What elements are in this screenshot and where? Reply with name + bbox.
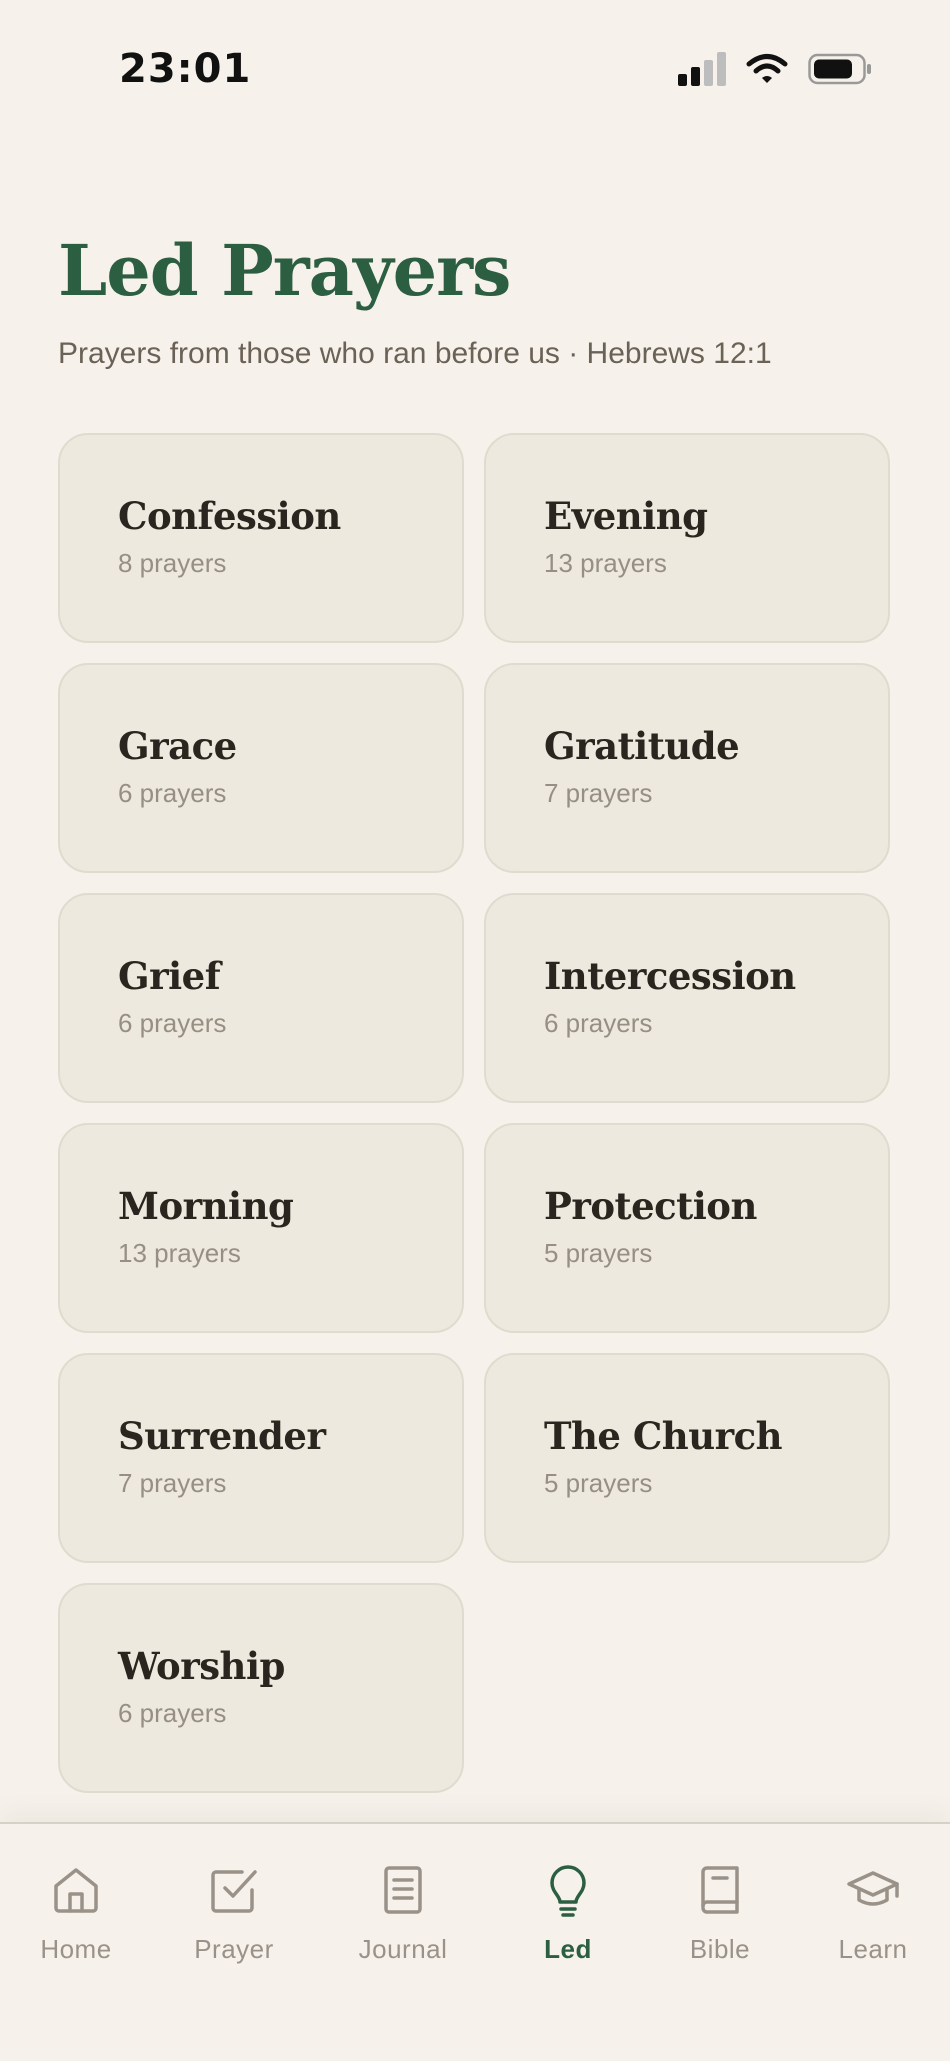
category-count: 13 prayers — [544, 547, 667, 578]
tab-prayer[interactable]: Prayer — [159, 1864, 309, 1965]
category-card-confession[interactable]: Confession 8 prayers — [58, 433, 464, 643]
category-count: 6 prayers — [118, 1697, 227, 1728]
category-title: The Church — [544, 1414, 783, 1458]
category-count: 8 prayers — [118, 547, 227, 578]
category-count: 13 prayers — [118, 1237, 241, 1268]
tab-bible[interactable]: Bible — [645, 1864, 795, 1965]
category-count: 7 prayers — [544, 777, 653, 808]
category-card-intercession[interactable]: Intercession 6 prayers — [484, 893, 890, 1103]
category-card-surrender[interactable]: Surrender 7 prayers — [58, 1353, 464, 1563]
category-card-protection[interactable]: Protection 5 prayers — [484, 1123, 890, 1333]
category-card-evening[interactable]: Evening 13 prayers — [484, 433, 890, 643]
book-icon — [645, 1864, 795, 1922]
battery-icon — [808, 53, 872, 90]
tab-led[interactable]: Led — [493, 1864, 643, 1965]
category-title: Intercession — [544, 954, 796, 998]
tab-journal[interactable]: Journal — [328, 1864, 478, 1965]
page-title: Led Prayers — [58, 229, 511, 312]
bottom-tab-bar: Home Prayer Journal Led Bible Learn — [0, 1822, 950, 2061]
category-card-worship[interactable]: Worship 6 prayers — [58, 1583, 464, 1793]
tab-label: Learn — [838, 1934, 908, 1964]
journal-icon — [328, 1864, 478, 1922]
category-count: 5 prayers — [544, 1237, 653, 1268]
tab-home[interactable]: Home — [1, 1864, 151, 1965]
category-count: 5 prayers — [544, 1467, 653, 1498]
tab-label: Prayer — [194, 1934, 274, 1964]
category-title: Confession — [118, 494, 341, 538]
category-count: 6 prayers — [118, 1007, 227, 1038]
category-card-gratitude[interactable]: Gratitude 7 prayers — [484, 663, 890, 873]
category-count: 6 prayers — [544, 1007, 653, 1038]
category-title: Evening — [544, 494, 708, 538]
category-card-grief[interactable]: Grief 6 prayers — [58, 893, 464, 1103]
wifi-icon — [746, 53, 788, 90]
graduation-cap-icon — [798, 1864, 948, 1922]
category-card-the-church[interactable]: The Church 5 prayers — [484, 1353, 890, 1563]
category-card-grace[interactable]: Grace 6 prayers — [58, 663, 464, 873]
category-title: Protection — [544, 1184, 757, 1228]
category-card-morning[interactable]: Morning 13 prayers — [58, 1123, 464, 1333]
page-subtitle: Prayers from those who ran before us · H… — [58, 337, 772, 370]
category-title: Surrender — [118, 1414, 326, 1458]
category-count: 6 prayers — [118, 777, 227, 808]
category-title: Gratitude — [544, 724, 740, 768]
checkbox-icon — [159, 1864, 309, 1922]
tab-label: Bible — [689, 1934, 751, 1964]
status-bar: 23:01 — [0, 0, 950, 140]
status-icons — [678, 52, 872, 91]
status-time: 23:01 — [119, 46, 252, 92]
category-grid: Confession 8 prayers Evening 13 prayers … — [58, 433, 890, 1793]
tab-label: Journal — [358, 1934, 448, 1964]
tab-learn[interactable]: Learn — [798, 1864, 948, 1965]
category-count: 7 prayers — [118, 1467, 227, 1498]
category-title: Grace — [118, 724, 237, 768]
cellular-signal-icon — [678, 52, 726, 91]
category-title: Grief — [118, 954, 221, 998]
category-title: Morning — [118, 1184, 294, 1228]
lightbulb-icon — [493, 1864, 643, 1922]
tab-label: Home — [40, 1934, 112, 1964]
category-title: Worship — [118, 1644, 285, 1688]
home-icon — [1, 1864, 151, 1922]
tab-label: Led — [544, 1934, 592, 1964]
